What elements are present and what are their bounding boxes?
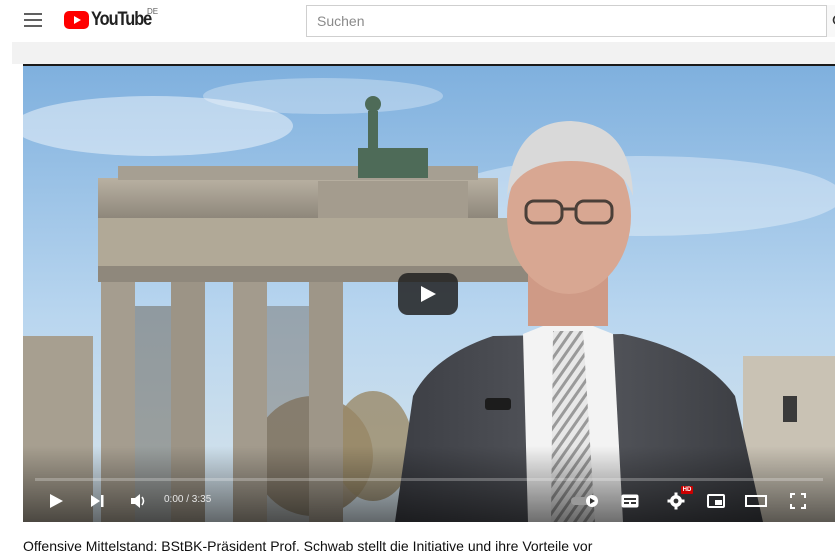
large-play-button[interactable] <box>398 273 458 315</box>
autoplay-toggle[interactable] <box>568 490 604 512</box>
next-button[interactable] <box>84 490 110 512</box>
hd-badge: HD <box>681 486 693 494</box>
theater-mode-button[interactable] <box>741 490 771 512</box>
volume-button[interactable] <box>126 490 152 512</box>
video-title: Offensive Mittelstand: BStBK-Präsident P… <box>23 538 593 554</box>
volume-icon <box>131 494 145 508</box>
play-icon <box>50 494 63 508</box>
play-icon <box>421 286 436 302</box>
play-button[interactable] <box>43 490 69 512</box>
subtitles-button[interactable] <box>617 490 643 512</box>
next-icon <box>91 495 104 507</box>
theater-mode-icon <box>745 495 767 507</box>
settings-icon <box>667 492 685 510</box>
fullscreen-button[interactable] <box>785 490 811 512</box>
search-button[interactable] <box>826 5 835 37</box>
masthead: YouTube DE <box>0 0 835 42</box>
video-player[interactable]: 0:00 / 3:35 HD <box>23 66 835 522</box>
fullscreen-icon <box>790 493 806 509</box>
player-header-strip <box>12 42 835 64</box>
menu-icon[interactable] <box>24 13 42 27</box>
autoplay-toggle-icon <box>571 495 599 507</box>
subtitles-icon <box>621 494 639 508</box>
time-display: 0:00 / 3:35 <box>164 494 212 505</box>
miniplayer-button[interactable] <box>703 490 729 512</box>
search-box <box>306 5 826 37</box>
progress-bar[interactable] <box>35 478 823 481</box>
country-code: DE <box>147 7 159 16</box>
miniplayer-icon <box>707 494 725 508</box>
youtube-play-logo-icon <box>64 11 89 29</box>
logo-wordmark: YouTube <box>91 9 152 30</box>
search-input[interactable] <box>307 6 807 36</box>
